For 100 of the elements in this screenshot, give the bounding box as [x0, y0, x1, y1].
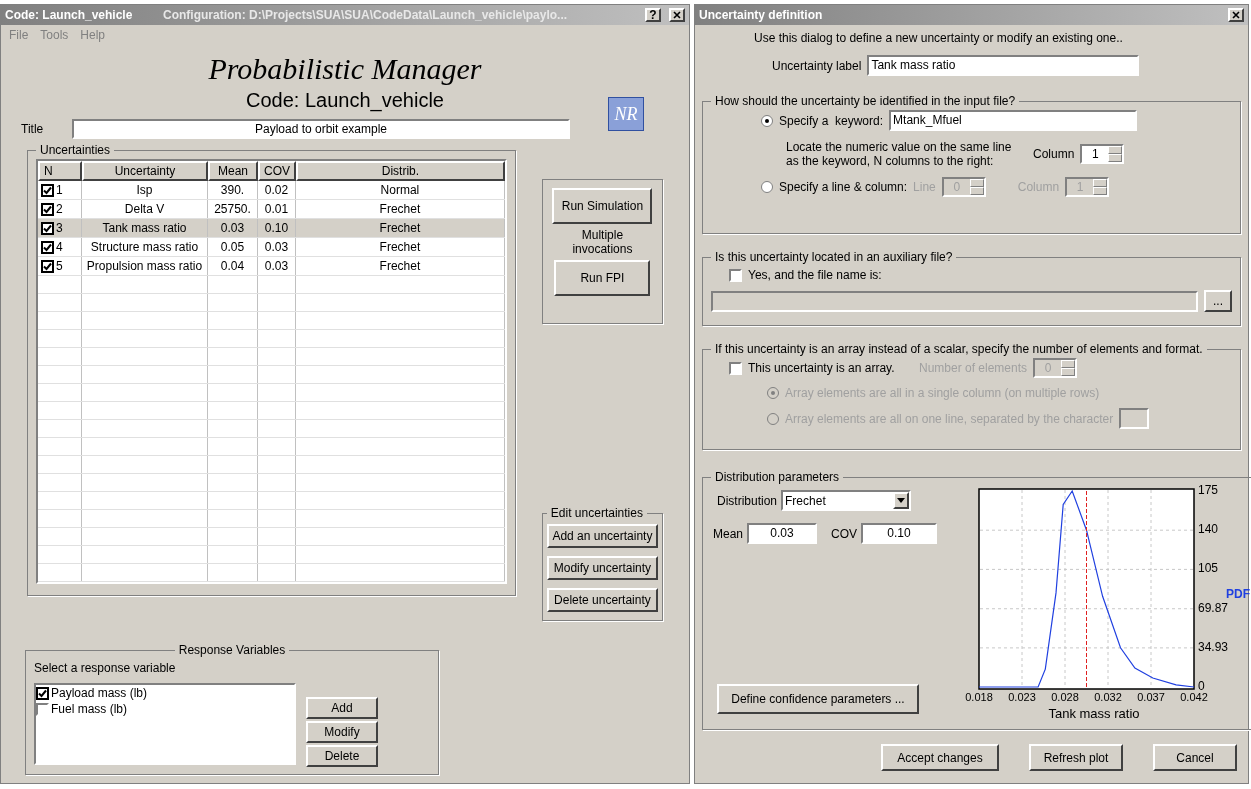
checkbox[interactable]: [36, 686, 49, 700]
window-title: Code: Launch_vehicle: [5, 7, 134, 24]
table-cell: 25750.: [208, 200, 258, 218]
confidence-button[interactable]: Define confidence parameters ...: [717, 683, 919, 714]
table-cell: Delta V: [82, 200, 208, 218]
field-label: Column: [1033, 146, 1075, 163]
close-button[interactable]: [1228, 8, 1244, 22]
checkbox[interactable]: [729, 361, 742, 375]
table-cell: 0.03: [208, 219, 258, 237]
option-label: Specify a keyword:: [779, 112, 884, 130]
run-simulation-button[interactable]: Run Simulation: [552, 188, 653, 224]
axis-tick-label: 0.018: [965, 692, 993, 703]
group-label: Edit uncertainties: [549, 505, 644, 522]
column-header[interactable]: Distrib.: [296, 161, 505, 181]
radio-button[interactable]: [761, 181, 773, 193]
table-row[interactable]: 5 Propulsion mass ratio 0.04 0.03 Frechet: [38, 257, 505, 276]
intro-text: Use this dialog to define a new uncertainty or modify an existing one..: [753, 30, 1124, 47]
table-cell-text: 3: [56, 220, 63, 237]
table-row[interactable]: 2 Delta V 25750. 0.01 Frechet: [38, 200, 505, 219]
edit-button[interactable]: Add an uncertainty: [546, 524, 658, 548]
axis-tick-label: 0.032: [1094, 692, 1122, 703]
checkbox[interactable]: [41, 221, 54, 235]
label-field[interactable]: Tank mass ratio: [867, 55, 1140, 76]
table-cell: 0.02: [258, 181, 296, 199]
response-button[interactable]: Add: [306, 697, 378, 719]
table-cell: Frechet: [296, 219, 505, 237]
cov-field[interactable]: 0.10: [861, 523, 938, 544]
prompt-text: Select a response variable: [34, 660, 177, 677]
table-cell: Structure mass ratio: [82, 238, 208, 256]
close-icon: [673, 11, 681, 19]
group-label: Uncertainties: [39, 142, 112, 159]
checkbox[interactable]: [41, 240, 54, 254]
list-item[interactable]: Payload mass (lb): [36, 685, 294, 701]
field-label: Title: [20, 121, 45, 138]
table-cell: Normal: [296, 181, 505, 199]
table-cell: Propulsion mass ratio: [82, 257, 208, 275]
axis-tick-label: 69.87: [1198, 601, 1229, 614]
logo: NR: [608, 97, 644, 131]
browse-button[interactable]: ...: [1204, 290, 1232, 312]
spin-field[interactable]: 1: [1080, 144, 1125, 164]
response-button[interactable]: Modify: [306, 721, 378, 743]
column-header[interactable]: COV: [258, 161, 296, 181]
axis-tick-label: 0.042: [1180, 692, 1208, 703]
field-label: Uncertainty label: [772, 57, 862, 75]
title-field[interactable]: Payload to orbit example: [72, 119, 570, 139]
response-button[interactable]: Delete: [306, 745, 378, 767]
table-cell: 390.: [208, 181, 258, 199]
axis-title: Tank mass ratio: [1048, 705, 1141, 723]
dialog-button[interactable]: Accept changes: [881, 744, 999, 771]
code-label: Code: Launch_vehicle: [246, 88, 444, 113]
window-title: Uncertainty definition: [699, 7, 824, 24]
table-row[interactable]: 4 Structure mass ratio 0.05 0.03 Frechet: [38, 238, 505, 257]
mean-field[interactable]: 0.03: [747, 523, 818, 544]
table-row[interactable]: 1 Isp 390. 0.02 Normal: [38, 181, 505, 200]
checkbox[interactable]: [41, 259, 54, 273]
axis-tick-label: 0.037: [1137, 692, 1165, 703]
axis-tick-label: 0.028: [1051, 692, 1079, 703]
hint-text: Locate the numeric value on the same line as the keyword, N columns to the right:: [786, 140, 1013, 168]
table-cell: 0.03: [258, 257, 296, 275]
axis-tick-label: 105: [1198, 562, 1219, 575]
checkbox-label: This uncertainty is an array.: [748, 360, 896, 377]
table-row[interactable]: 3 Tank mass ratio 0.03 0.10 Frechet: [38, 219, 505, 238]
dialog-button[interactable]: Refresh plot: [1029, 744, 1123, 771]
checkbox[interactable]: [41, 183, 54, 197]
option-label: Specify a line & column:: [779, 179, 908, 196]
radio-button[interactable]: [761, 114, 773, 127]
dialog-button[interactable]: Cancel: [1153, 744, 1237, 771]
table-cell: Isp: [82, 181, 208, 199]
list-item[interactable]: Fuel mass (lb): [36, 701, 294, 717]
table-cell-text: 2: [56, 201, 63, 218]
file-name-field[interactable]: [711, 290, 1198, 312]
group-label: If this uncertainty is an array instead of a scalar, specify the number of elements and format.: [714, 341, 1204, 358]
table-cell: Tank mass ratio: [82, 219, 208, 237]
checkbox[interactable]: [41, 202, 54, 216]
column-header[interactable]: N: [38, 161, 82, 181]
run-fpi-button[interactable]: Run FPI: [554, 260, 651, 296]
table-cell-text: 4: [56, 239, 63, 256]
keyword-field[interactable]: Mtank_Mfuel: [889, 110, 1138, 131]
column-header[interactable]: Mean: [208, 161, 258, 181]
table-cell: Frechet: [296, 200, 505, 218]
help-button[interactable]: ?: [645, 8, 661, 22]
config-path: Configuration: D:\Projects\SUA\SUA\CodeData\Launch_vehicle\paylo...: [163, 7, 569, 24]
edit-button[interactable]: Delete uncertainty: [546, 588, 658, 612]
distribution-dropdown[interactable]: Frechet: [781, 490, 912, 511]
group-label: Is this uncertainty located in an auxiliary file?: [714, 249, 954, 266]
table-cell: 0.04: [208, 257, 258, 275]
axis-tick-label: 0.023: [1008, 692, 1036, 703]
table-cell-text: 5: [56, 258, 63, 275]
separator-field[interactable]: [1119, 408, 1150, 429]
axis-tick-label: 140: [1198, 523, 1219, 536]
checkbox[interactable]: [729, 268, 742, 282]
table-cell: Frechet: [296, 238, 505, 256]
field-label: COV: [831, 525, 858, 543]
axis-tick-label: 0: [1198, 680, 1205, 692]
field-label: Mean: [713, 525, 744, 543]
close-button[interactable]: [669, 8, 685, 22]
table-cell: 0.03: [258, 238, 296, 256]
table-cell-text: 1: [56, 182, 63, 199]
column-header[interactable]: Uncertainty: [82, 161, 208, 181]
edit-button[interactable]: Modify uncertainty: [546, 556, 658, 580]
